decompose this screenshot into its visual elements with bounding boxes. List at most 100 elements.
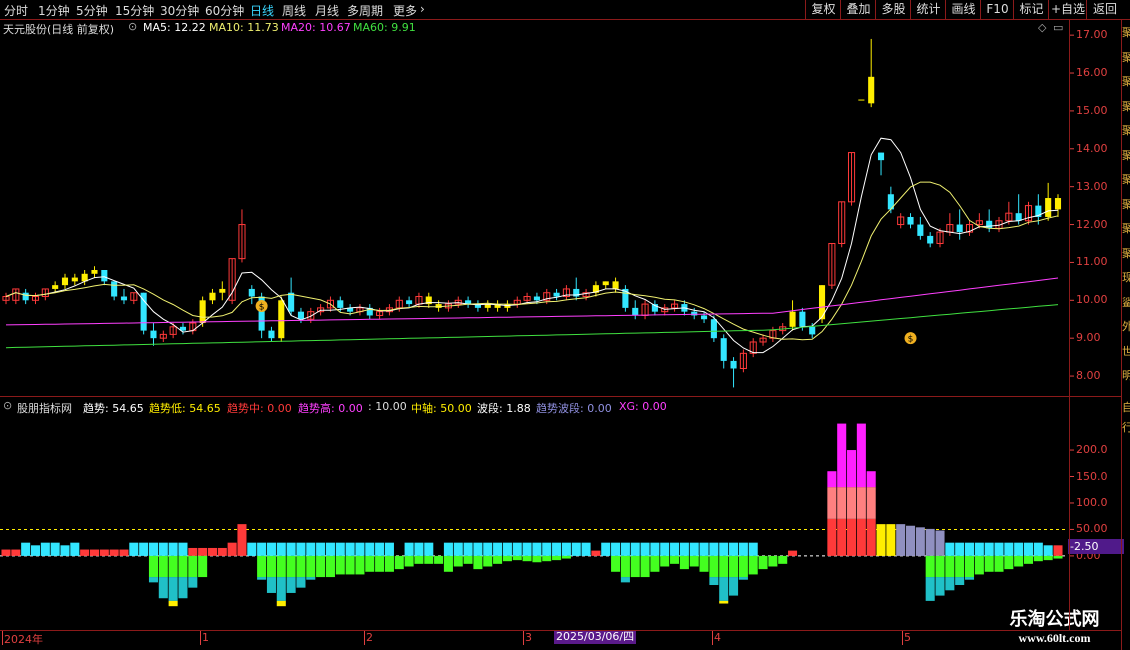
indicator-bar-neg [148,577,158,583]
indicator-bar-neg [1033,555,1043,562]
indicator-bar-neg [355,555,365,575]
indicator-bar [827,518,837,556]
indicator-bar [375,542,385,556]
date-label: 1 [202,631,209,644]
indicator-bar-neg [276,555,286,578]
indicator-bar-neg [660,555,670,567]
indicator-bar [424,542,434,556]
indicator-bar-neg [168,555,178,578]
indicator-bar [847,450,857,488]
frame-line [0,630,1122,631]
indicator-bar [601,542,611,556]
indicator-bar-neg [1004,555,1014,570]
indicator-bar-neg [257,577,267,580]
indicator-bar [827,487,837,519]
indicator-bar-neg [502,555,512,562]
indicator-bar-neg [768,555,778,567]
indicator-bar [139,542,149,556]
indicator-bar-neg [935,555,945,578]
indicator-bar [335,542,345,556]
indicator-bar [207,547,217,556]
indicator-bar-neg [286,555,296,578]
indicator-bar-neg [443,555,453,572]
indicator-bar [217,547,227,556]
indicator-bar [178,542,188,556]
indicator-bar [591,550,601,556]
indicator-bar-neg [542,555,552,562]
date-label: 5 [904,631,911,644]
indicator-bar-neg [306,555,316,578]
indicator-bar-neg [630,555,640,578]
indicator-bar [414,542,424,556]
indicator-bar [620,542,630,556]
indicator-bar-neg [394,555,404,570]
indicator-bar [847,518,857,556]
indicator-bar [984,542,994,556]
indicator-bar [945,542,955,556]
indicator-bar-neg [178,555,188,578]
indicator-bar [925,528,935,556]
indicator-bar [50,542,60,556]
indicator-bar-neg [483,555,493,567]
side-char: 聚 [1122,148,1130,162]
indicator-bar-neg [561,555,571,559]
indicator-bar-neg [738,577,748,580]
indicator-bar [1033,542,1043,556]
indicator-bar [237,524,247,556]
indicator-bar [257,542,267,556]
date-tick [902,630,903,645]
indicator-bar-neg [276,577,286,601]
date-tick [200,630,201,645]
indicator-chart[interactable] [0,0,1130,650]
indicator-bar-neg [955,577,965,586]
indicator-bar-neg [266,577,276,593]
indicator-bar [30,545,41,556]
indicator-bar [80,549,90,556]
indicator-bar [40,542,50,556]
side-char: 聚 [1122,246,1130,260]
side-char: 聚 [1122,50,1130,64]
indicator-bar-neg [306,577,316,580]
indicator-bar-neg [168,577,178,601]
indicator-bar [306,542,316,556]
indicator-bar-neg [620,577,630,583]
indicator-tick-label: 100.0 [1076,495,1108,509]
indicator-bar [640,542,650,556]
indicator-bar [876,524,886,556]
indicator-bar [502,542,512,556]
side-char: 外 [1122,320,1130,333]
indicator-bar-neg [964,577,975,580]
indicator-bar [886,524,896,556]
indicator-bar-neg [198,555,208,578]
side-char: 聚 [1122,222,1130,235]
indicator-bar-neg [1053,555,1063,559]
indicator-bar-neg [316,555,326,578]
indicator-bar [709,542,719,556]
watermark-url: www.60lt.com [1018,631,1091,645]
watermark-title: 乐淘公式网 [1009,609,1100,630]
indicator-bar [188,547,198,556]
indicator-bar [247,542,257,556]
indicator-bar-neg [188,577,198,588]
indicator-bar [453,542,463,556]
date-label: 2 [366,631,373,644]
indicator-bar-neg [925,577,935,601]
side-char: 聚 [1122,197,1130,211]
indicator-bar [345,542,355,556]
indicator-bar [611,542,621,556]
indicator-bar [571,542,581,556]
indicator-bar [856,518,866,556]
indicator-bar [974,542,984,556]
indicator-bar-neg [532,555,542,563]
indicator-bar [866,487,876,519]
indicator-bar [384,542,394,556]
date-label: 2024年 [4,633,43,646]
indicator-bar [856,487,866,519]
indicator-bar-neg [729,555,739,578]
indicator-bar [316,542,326,556]
indicator-bar-neg [325,555,335,578]
indicator-bar [119,549,129,556]
indicator-bar-neg [404,555,414,567]
indicator-bar [1053,545,1063,556]
indicator-bar [522,542,532,556]
